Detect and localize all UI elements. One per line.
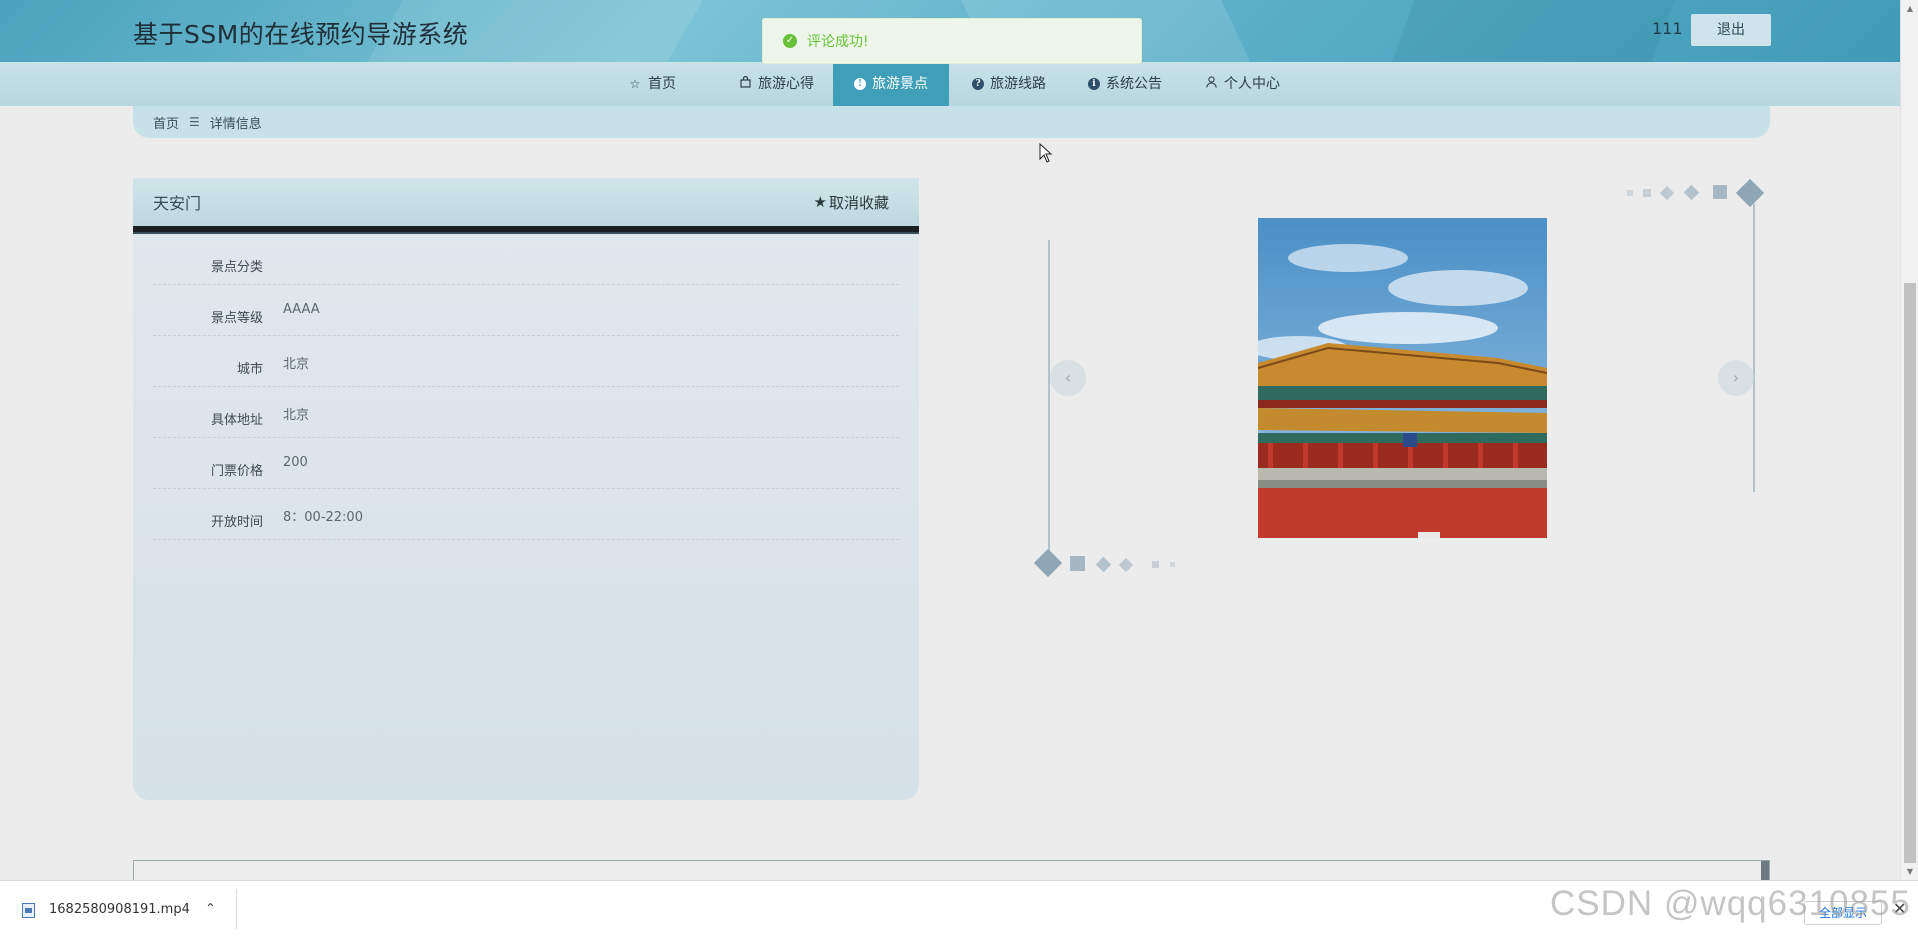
nav-item-home[interactable]: ☆ 首页 <box>608 62 696 106</box>
success-toast: ✓ 评论成功! <box>762 18 1142 64</box>
carousel-prev-button[interactable]: ‹ <box>1050 360 1086 396</box>
detail-fields: 景点分类 景点等级 AAAA 城市 北京 具体地址 北京 门票价格 200 开放… <box>133 234 919 540</box>
decoration-square <box>1152 561 1159 568</box>
toast-message: 评论成功! <box>807 34 869 50</box>
user-name: 111 <box>1652 19 1683 38</box>
header-decoration <box>1374 0 1686 62</box>
nav-item-profile[interactable]: 个人中心 <box>1192 62 1292 106</box>
field-label: 景点分类 <box>210 260 263 275</box>
nav-item-label: 旅游景点 <box>872 76 928 92</box>
decoration-diamond <box>1683 184 1700 201</box>
nav-item-label: 首页 <box>648 76 676 92</box>
field-label: 具体地址 <box>210 413 263 428</box>
decoration-diamond <box>1735 178 1765 208</box>
divider <box>236 889 237 929</box>
decoration-square <box>1713 185 1727 199</box>
page-scrollbar[interactable]: ▲ ▼ <box>1900 0 1918 880</box>
detail-row: 景点等级 AAAA <box>153 285 899 336</box>
nav-item-label: 旅游心得 <box>758 76 814 92</box>
video-file-icon <box>22 903 35 918</box>
field-value: 200 <box>283 455 308 470</box>
decoration-square <box>1070 556 1085 571</box>
nav-item-label: 系统公告 <box>1106 76 1162 92</box>
comments-section <box>133 860 1770 881</box>
breadcrumb: 首页 ☰ 详情信息 <box>133 106 1770 138</box>
user-icon <box>1204 62 1218 106</box>
field-value: 北京 <box>283 357 310 372</box>
field-label: 开放时间 <box>210 515 263 530</box>
detail-row: 门票价格 200 <box>153 438 899 489</box>
image-carousel: ‹ › <box>1030 178 1775 578</box>
field-value: 北京 <box>283 408 310 423</box>
bag-icon <box>738 62 752 106</box>
nav-item-announcements[interactable]: i 系统公告 <box>1075 62 1175 106</box>
logout-button[interactable]: 退出 <box>1691 14 1771 46</box>
check-circle-icon: ✓ <box>783 34 797 48</box>
field-value: 8：00-22:00 <box>283 510 363 525</box>
field-label: 门票价格 <box>210 464 263 479</box>
mouse-cursor-icon <box>1039 143 1053 163</box>
unfavorite-label: 取消收藏 <box>828 193 889 212</box>
star-outline-icon: ☆ <box>629 77 641 91</box>
question-circle-icon: ? <box>972 78 984 90</box>
chevron-up-icon[interactable]: ⌄ <box>205 899 216 914</box>
scroll-down-icon[interactable]: ▼ <box>1901 863 1918 880</box>
scroll-up-icon[interactable]: ▲ <box>1901 0 1918 17</box>
detail-row: 城市 北京 <box>153 336 899 387</box>
decoration-square <box>1643 189 1651 197</box>
detail-header: 天安门 ★ 取消收藏 <box>133 178 919 226</box>
decoration-diamond <box>1659 185 1675 201</box>
watermark: CSDN @wqq6310855 <box>1550 884 1911 923</box>
decoration-line <box>1048 240 1050 556</box>
breadcrumb-current: 详情信息 <box>209 116 262 132</box>
header-divider <box>133 226 919 234</box>
detail-panel: 天安门 ★ 取消收藏 景点分类 景点等级 AAAA 城市 北京 具体地址 北京 … <box>133 178 919 800</box>
nav-item-routes[interactable]: ? 旅游线路 <box>956 62 1062 106</box>
decoration-diamond <box>1118 557 1134 573</box>
detail-row: 开放时间 8：00-22:00 <box>153 489 899 540</box>
nav-item-label: 个人中心 <box>1224 76 1280 92</box>
detail-row: 景点分类 <box>153 234 899 285</box>
download-file-name[interactable]: 1682580908191.mp4 <box>49 902 190 917</box>
field-label: 景点等级 <box>210 311 263 326</box>
breadcrumb-separator-icon: ☰ <box>189 115 200 129</box>
detail-row: 具体地址 北京 <box>153 387 899 438</box>
field-label: 城市 <box>236 362 263 377</box>
decoration-line <box>1753 204 1755 492</box>
site-title: 基于SSM的在线预约导游系统 <box>133 20 469 49</box>
nav-item-label: 旅游线路 <box>990 76 1046 92</box>
breadcrumb-home[interactable]: 首页 <box>153 113 179 132</box>
star-filled-icon: ★ <box>813 193 827 211</box>
decoration-square <box>1627 190 1633 196</box>
decoration-diamond <box>1095 556 1112 573</box>
field-value: AAAA <box>283 302 320 317</box>
nav-item-travel-notes[interactable]: 旅游心得 <box>722 62 830 106</box>
decoration-diamond <box>1033 548 1063 578</box>
attraction-title: 天安门 <box>153 194 202 213</box>
exclamation-circle-icon: ! <box>854 78 866 90</box>
unfavorite-button[interactable]: ★ 取消收藏 <box>814 192 889 213</box>
nav-item-attractions[interactable]: ! 旅游景点 <box>833 62 949 106</box>
info-circle-icon: i <box>1088 78 1100 90</box>
section-marker <box>1761 861 1769 881</box>
decoration-square <box>1170 562 1175 567</box>
main-nav: ☆ 首页 旅游心得 ! 旅游景点 ? 旅游线路 i 系统公告 个人中心 <box>0 62 1900 106</box>
scroll-thumb[interactable] <box>1904 283 1916 863</box>
attraction-image <box>1258 218 1547 538</box>
carousel-next-button[interactable]: › <box>1718 360 1754 396</box>
